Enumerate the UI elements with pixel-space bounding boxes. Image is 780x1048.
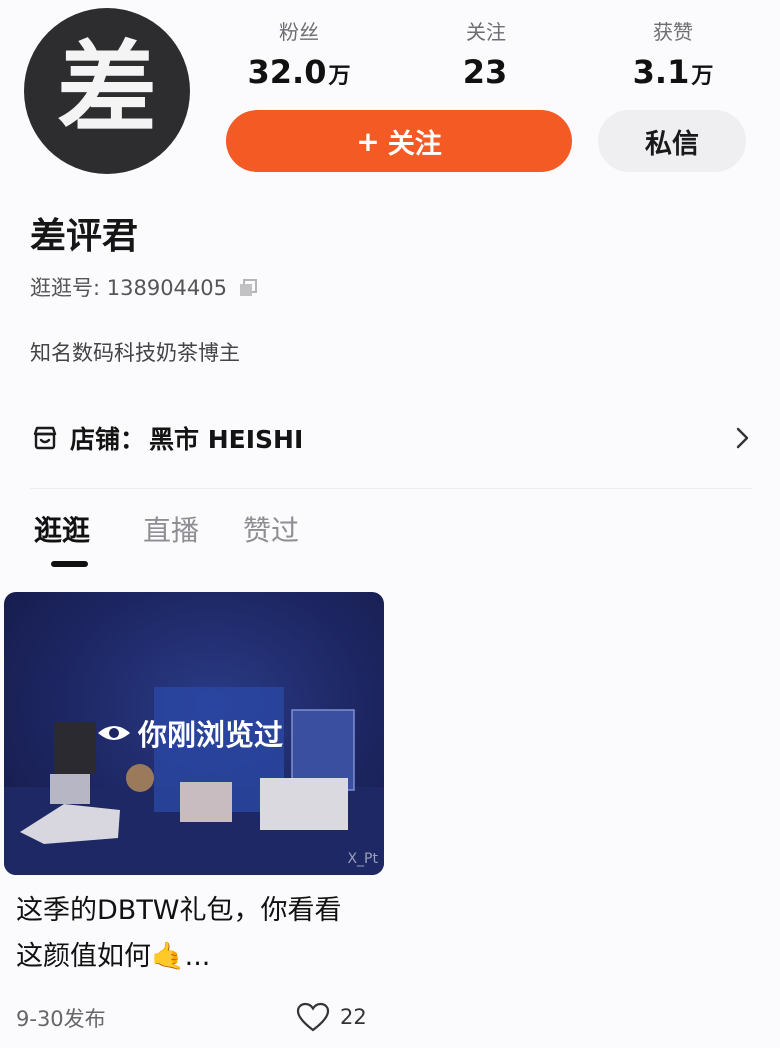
uid-text: 逛逛号: 138904405 — [30, 276, 227, 300]
follow-button[interactable]: + 关注 — [226, 110, 572, 172]
heart-icon — [296, 1002, 330, 1032]
message-label: 私信 — [645, 128, 699, 160]
shop-name: 黑市 HEISHI — [149, 425, 304, 454]
stat-label: 粉丝 — [279, 20, 319, 44]
profile-name: 差评君 — [30, 216, 139, 257]
tab-guangguang[interactable]: 逛逛 — [34, 510, 90, 552]
stat-value: 23 — [462, 53, 508, 91]
follow-label: 关注 — [387, 128, 442, 160]
uid-row: 逛逛号: 138904405 — [30, 273, 259, 303]
copy-icon[interactable] — [237, 277, 259, 299]
viewed-badge-text: 你刚浏览过 — [138, 718, 284, 752]
post-date: 9-30发布 — [16, 1007, 106, 1031]
stat-fans[interactable]: 粉丝 32.0万 — [219, 18, 379, 100]
stat-value: 3.1 — [632, 53, 690, 91]
shop-row[interactable]: 店铺： 黑市 HEISHI — [30, 414, 752, 462]
tab-liked[interactable]: 赞过 — [243, 510, 299, 552]
tab-live[interactable]: 直播 — [143, 510, 199, 552]
eye-icon — [98, 726, 130, 740]
stat-label: 关注 — [466, 20, 506, 44]
post-title[interactable]: 这季的DBTW礼包，你看看这颜值如何🤙... — [16, 888, 356, 980]
stat-following[interactable]: 关注 23 — [406, 18, 566, 100]
viewed-badge: 你刚浏览过 — [96, 712, 283, 754]
avatar[interactable]: 差 — [24, 8, 190, 174]
shop-label: 店铺： — [70, 425, 146, 454]
stat-unit: 万 — [328, 64, 351, 89]
shop-icon — [33, 426, 57, 450]
plus-icon: + — [356, 124, 380, 158]
like-button[interactable]: 22 — [296, 1002, 367, 1032]
profile-bio: 知名数码科技奶茶博主 — [30, 341, 240, 365]
divider — [30, 488, 752, 489]
tab-indicator — [51, 561, 88, 567]
chevron-right-icon — [736, 427, 749, 449]
stat-unit: 万 — [691, 64, 714, 89]
stat-label: 获赞 — [653, 20, 693, 44]
stat-value: 32.0 — [247, 53, 327, 91]
post-image[interactable]: 你刚浏览过 X_Pt — [4, 592, 384, 875]
like-count: 22 — [340, 1005, 367, 1029]
stat-likes[interactable]: 获赞 3.1万 — [593, 18, 753, 100]
message-button[interactable]: 私信 — [598, 110, 746, 172]
avatar-char: 差 — [57, 30, 157, 147]
watermark: X_Pt — [347, 851, 378, 867]
